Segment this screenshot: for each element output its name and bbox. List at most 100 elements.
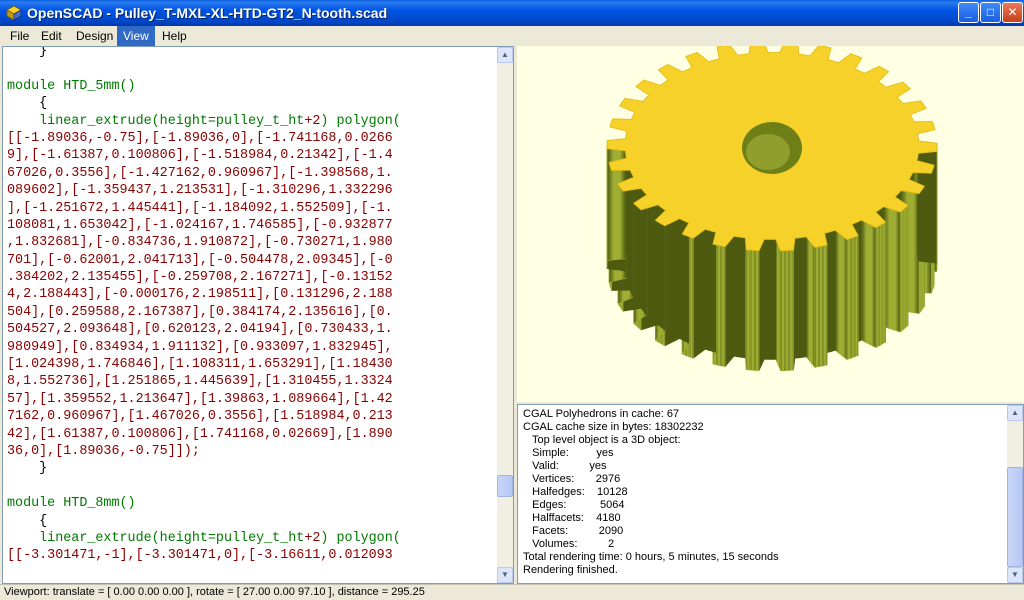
console-scrollbar[interactable]: ▲ ▼	[1007, 405, 1023, 583]
pulley-side-face	[905, 204, 909, 329]
code-text[interactable]: } module HTD_5mm() { linear_extrude(heigh…	[7, 47, 497, 565]
pulley-side-face	[606, 138, 626, 261]
pulley-side-face	[758, 239, 765, 371]
code-line: 7162,0.960967],[1.467026,0.3556],[1.5189…	[7, 409, 393, 425]
pulley-side-face	[720, 245, 726, 368]
code-line: [[-3.301471,-1],[-3.301471,0],[-3.16611,…	[7, 548, 393, 564]
pulley-side-face	[850, 236, 855, 359]
code-line: 701],[-0.62001,2.041713],[-0.504478,2.09…	[7, 252, 393, 268]
code-line: ],[-1.251672,1.445441],[-1.184092,1.5525…	[7, 200, 393, 216]
editor-scrollbar[interactable]: ▲ ▼	[497, 47, 513, 583]
pulley-model	[606, 46, 938, 372]
code-line: 57],[1.359552,1.213647],[1.39863,1.08966…	[7, 391, 393, 407]
editor-scroll-up-button[interactable]: ▲	[497, 47, 513, 63]
menu-help[interactable]: Help	[156, 26, 193, 46]
pulley-side-face	[861, 219, 877, 349]
pulley-side-face	[685, 221, 690, 344]
pulley-side-face	[902, 207, 906, 331]
code-line: 504527,2.093648],[0.620123,2.04194],[0.7…	[7, 322, 393, 338]
3d-viewport[interactable]	[517, 46, 1024, 402]
console-line: Valid: yes	[523, 460, 607, 472]
window-title: OpenSCAD - Pulley_T-MXL-XL-HTD-GT2_N-too…	[27, 5, 388, 21]
menu-file[interactable]: File	[4, 26, 35, 46]
openscad-app-icon	[6, 5, 22, 21]
console-line: Facets: 2090	[523, 525, 624, 537]
code-line: 089602],[-1.359437,1.213531],[-1.310296,…	[7, 183, 393, 199]
menu-design[interactable]: Design	[70, 26, 119, 46]
pulley-side-face	[846, 237, 852, 360]
pulley-side-face	[798, 237, 803, 359]
menu-edit[interactable]: Edit	[35, 26, 68, 46]
console-line: Edges: 5064	[523, 499, 625, 511]
pulley-side-face	[831, 229, 836, 352]
console-scroll-up-button[interactable]: ▲	[1007, 405, 1023, 421]
console-line: Total rendering time: 0 hours, 5 minutes…	[523, 551, 779, 563]
code-line: module HTD_5mm()	[7, 78, 497, 95]
console-line: CGAL cache size in bytes: 18302232	[523, 421, 704, 433]
pulley-side-face	[705, 228, 710, 351]
title-bar[interactable]: OpenSCAD - Pulley_T-MXL-XL-HTD-GT2_N-too…	[0, 0, 1024, 26]
code-line: 9],[-1.61387,0.100806],[-1.518984,0.2134…	[7, 148, 393, 164]
editor-scroll-down-button[interactable]: ▼	[497, 567, 513, 583]
console-line: Volumes: 2	[523, 538, 615, 550]
console-line: Halfedges: 10128	[523, 486, 628, 498]
pulley-side-face	[780, 250, 786, 372]
pulley-side-face	[805, 236, 816, 369]
pulley-side-face	[716, 244, 722, 367]
code-line: linear_extrude(height=pulley_t_ht+2) pol…	[7, 530, 497, 547]
code-editor[interactable]: } module HTD_5mm() { linear_extrude(heigh…	[2, 46, 514, 584]
console-line: Simple: yes	[523, 447, 614, 459]
pulley-side-face	[878, 223, 883, 347]
code-line: 980949],[0.834934,1.911132],[0.933097,1.…	[7, 339, 393, 355]
pulley-side-face	[745, 249, 751, 371]
code-line: 4,2.188443],[-0.000176,2.198511],[0.1312…	[7, 287, 393, 303]
pulley-side-face	[875, 225, 880, 349]
pulley-side-face	[733, 235, 739, 358]
pulley-side-face	[858, 219, 862, 343]
pulley-side-face	[754, 250, 760, 371]
pulley-side-face	[724, 235, 735, 368]
pulley-side-face	[679, 218, 683, 341]
pulley-side-face	[775, 239, 781, 371]
maximize-button[interactable]: □	[980, 2, 1001, 23]
console-line: Top level object is a 3D object:	[523, 434, 681, 446]
code-line: ,1.832681],[-0.834736,1.910872],[-0.7302…	[7, 235, 393, 251]
pulley-side-face	[662, 207, 666, 331]
pulley-side-face	[854, 235, 859, 358]
code-line: module HTD_8mm()	[7, 495, 497, 512]
pulley-side-face	[750, 249, 756, 371]
console-scroll-down-button[interactable]: ▼	[1007, 567, 1023, 583]
pulley-side-face	[711, 230, 717, 353]
editor-scroll-thumb[interactable]	[497, 475, 513, 497]
pulley-side-face	[822, 244, 828, 367]
code-line: 8,1.552736],[1.251865,1.445639],[1.31045…	[7, 374, 393, 390]
code-line: 36,0],[1.89036,-0.75]]);	[7, 443, 200, 459]
code-keyword-line: module HTD_8mm()	[7, 496, 136, 512]
code-keyword-line: linear_extrude(height=pulley_t_ht+2) pol…	[7, 113, 401, 129]
status-bar: Viewport: translate = [ 0.00 0.00 0.00 ]…	[0, 584, 1024, 600]
pulley-side-face	[708, 229, 713, 352]
pulley-side-face	[741, 237, 746, 359]
pulley-side-face	[788, 249, 794, 371]
console-scroll-thumb[interactable]	[1007, 467, 1023, 567]
code-line: {	[7, 513, 48, 529]
pulley-side-face	[764, 239, 769, 360]
pulley-side-face	[882, 221, 886, 345]
code-line: 42],[1.61387,0.100806],[1.741168,0.02669…	[7, 426, 393, 442]
menu-view[interactable]: View	[117, 26, 155, 46]
pulley-side-face	[802, 236, 807, 358]
pulley-side-face	[784, 250, 790, 371]
code-line: {	[7, 96, 48, 112]
pulley-side-face	[689, 236, 694, 359]
close-button[interactable]: ✕	[1002, 2, 1023, 23]
minimize-button[interactable]: _	[958, 2, 979, 23]
pulley-side-face	[737, 236, 742, 358]
pulley-side-face	[664, 218, 680, 347]
pulley-side-face	[918, 140, 938, 264]
pulley-side-face	[827, 230, 833, 353]
pulley-side-face	[834, 229, 848, 361]
console-output: CGAL Polyhedrons in cache: 67 CGAL cache …	[517, 404, 1024, 584]
pulley-side-face	[818, 245, 824, 368]
pulley-side-face	[794, 237, 800, 359]
pulley-side-face	[899, 209, 904, 333]
